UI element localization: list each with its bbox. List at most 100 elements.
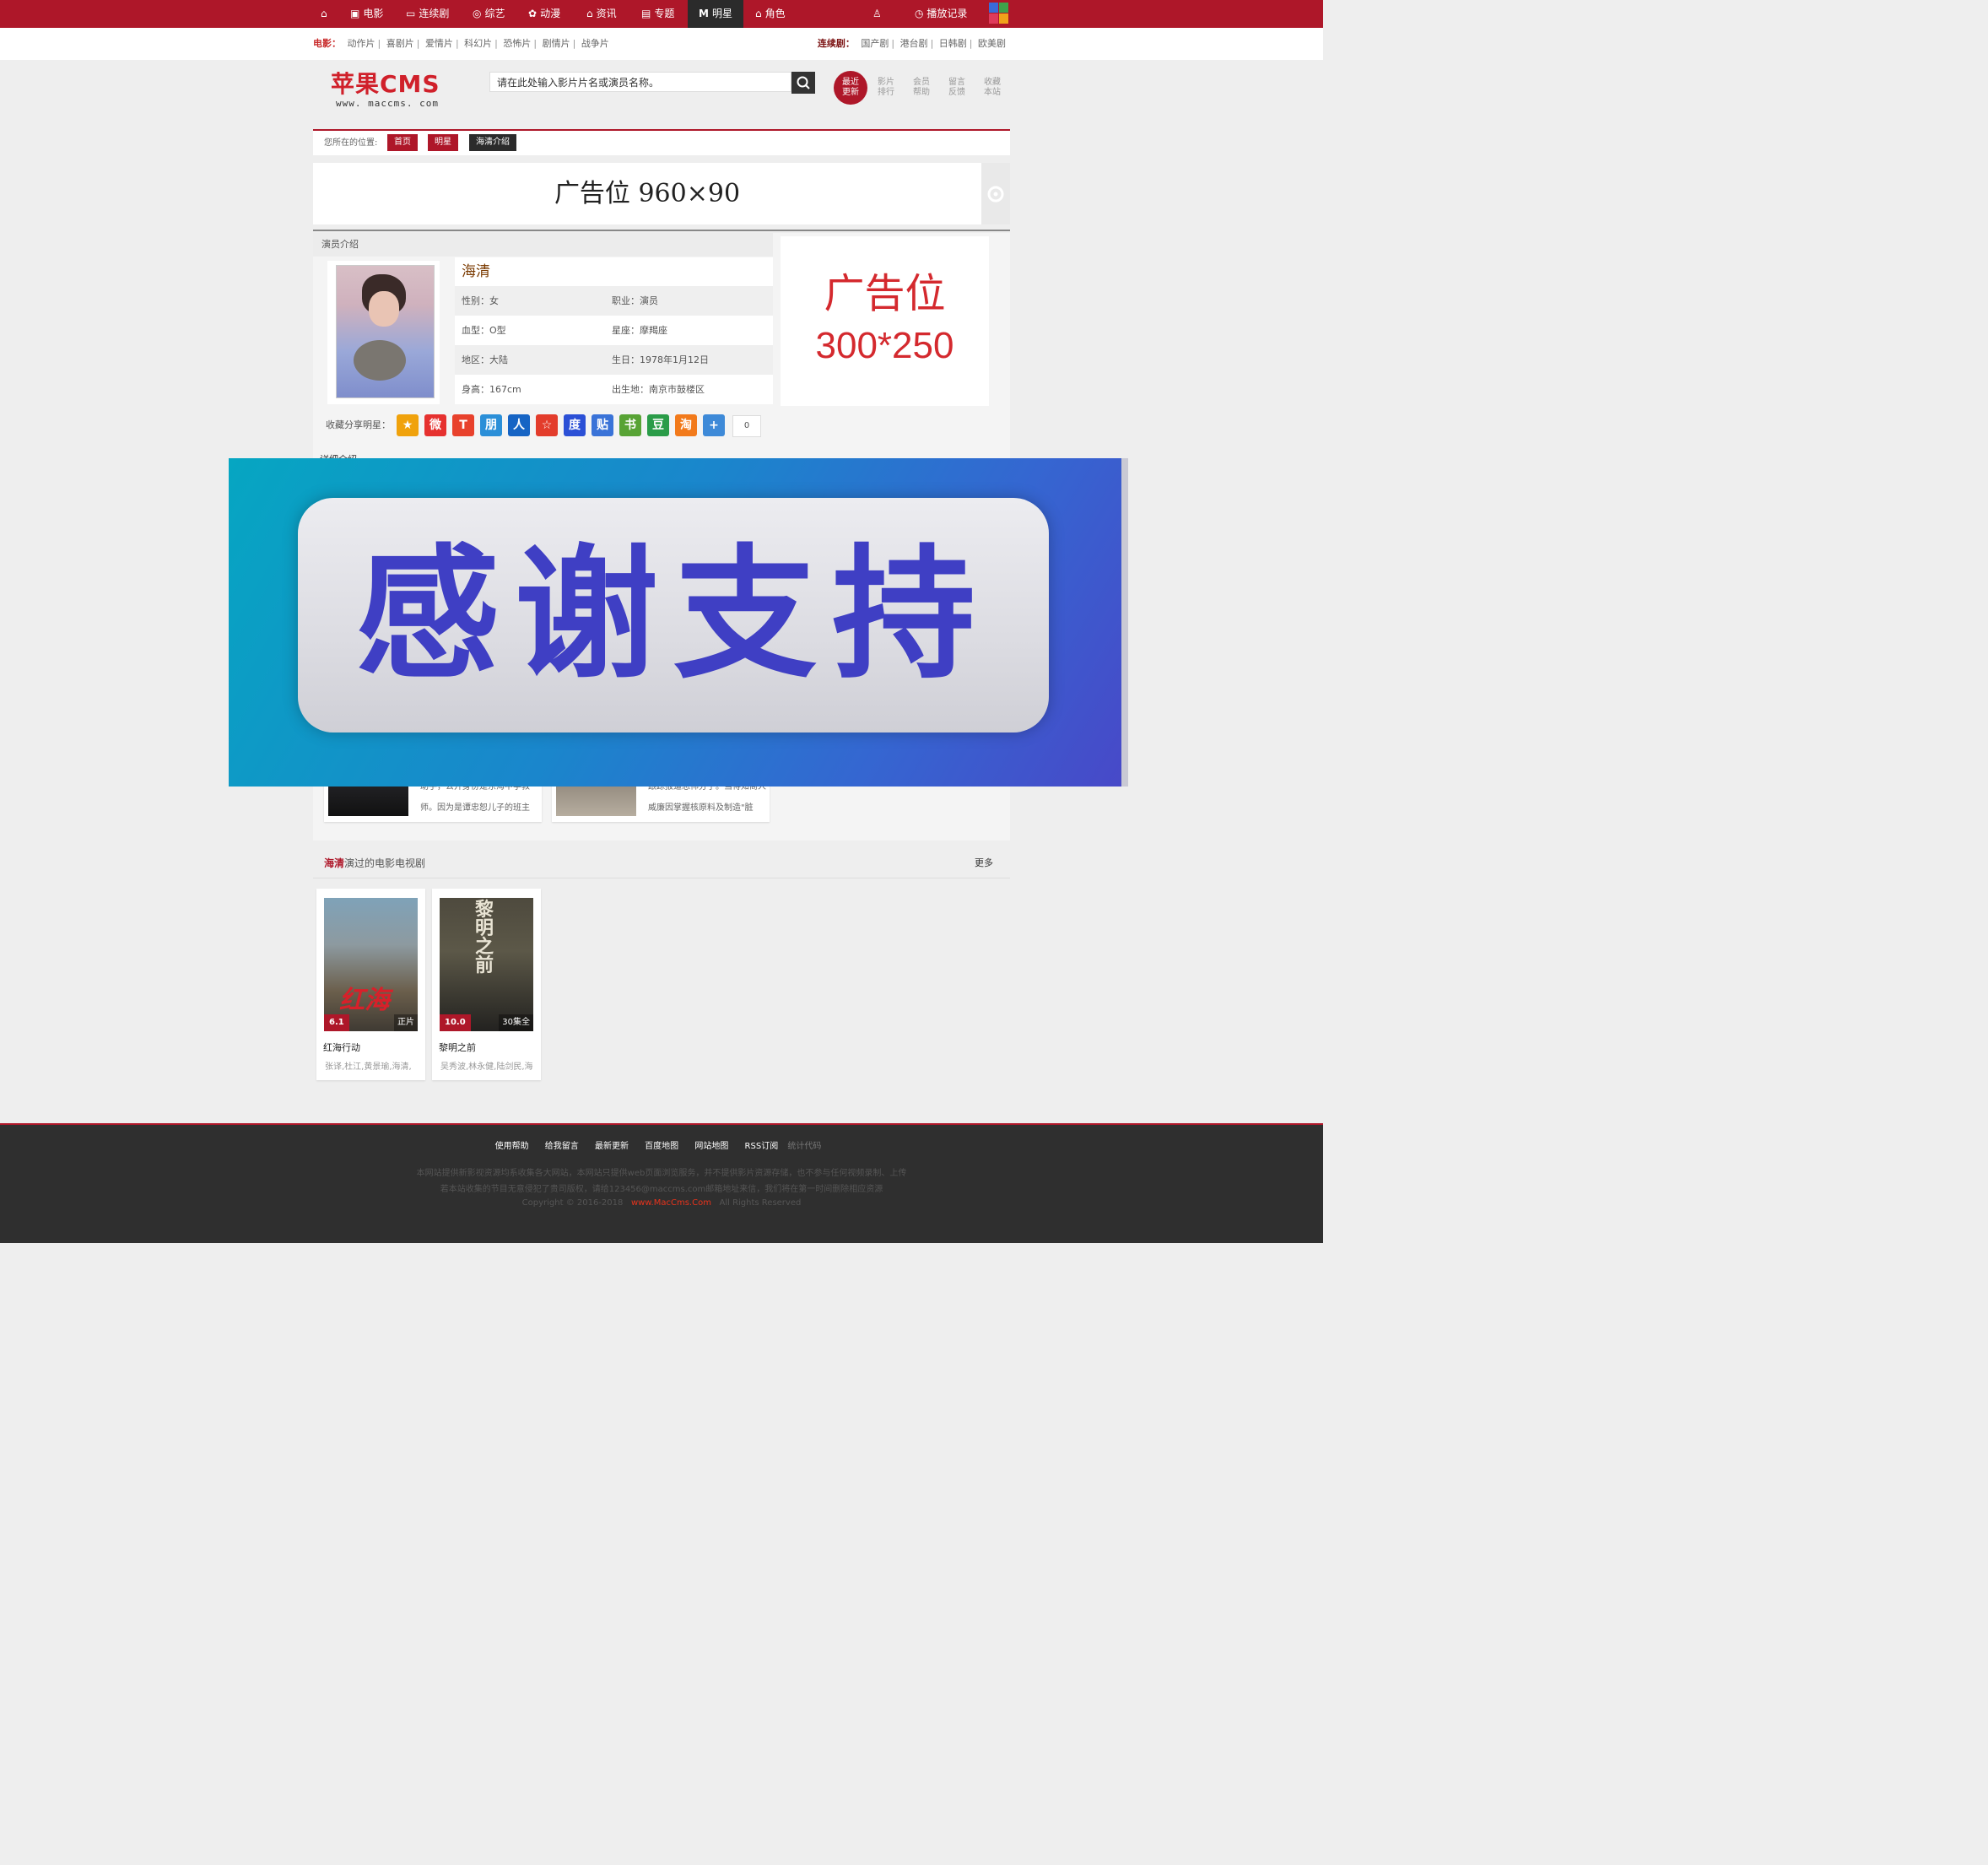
logo-url: www. maccms. com [336, 98, 439, 109]
film-card[interactable]: 红海 6.1 正片 红海行动 张译,杜江,黄景瑜,海清, [316, 889, 425, 1080]
home-button[interactable]: ⌂ [321, 0, 331, 28]
category-link[interactable]: 动作片 [348, 38, 375, 49]
footer-link-help[interactable]: 使用帮助 [495, 1142, 529, 1151]
ranking-button[interactable]: 影片 排行 [869, 71, 903, 105]
overlay-edge [1121, 458, 1128, 787]
logo-title: 苹果CMS [331, 70, 440, 98]
category-link[interactable]: 喜剧片 [386, 38, 414, 49]
nav-item-topic[interactable]: ▤ 专题 [641, 0, 674, 28]
renren-icon[interactable]: 人 [508, 414, 530, 436]
douban-icon[interactable]: 豆 [647, 414, 669, 436]
ad-side-strip [981, 163, 1010, 224]
category-link[interactable]: 国产剧 [861, 38, 889, 49]
site-corner-logo[interactable] [989, 3, 1009, 24]
taobao-icon[interactable]: 淘 [675, 414, 697, 436]
category-link[interactable]: 恐怖片 [503, 38, 531, 49]
nav-item-news[interactable]: ⌂ 资讯 [586, 0, 617, 28]
footer-link-guestbook[interactable]: 给我留言 [545, 1142, 579, 1151]
info-blood-type: 血型：O型 [462, 325, 506, 336]
film-title[interactable]: 红海行动 [323, 1041, 360, 1054]
corner-orange-tile [999, 14, 1008, 24]
nav-item-series[interactable]: ▭ 连续剧 [406, 0, 449, 28]
films-heading: 海清演过的电影电视剧 [324, 857, 426, 869]
film-score: 10.0 [440, 1014, 471, 1031]
nav-item-variety[interactable]: ◎ 综艺 [473, 0, 505, 28]
nav-item-star[interactable]: M 明星 [688, 0, 743, 28]
member-help-button[interactable]: 会员 帮助 [905, 71, 938, 105]
breadcrumb-prefix: 您所在的位置: [324, 138, 378, 148]
section-divider [313, 230, 1010, 231]
tieba-icon[interactable]: 贴 [592, 414, 613, 436]
category-link[interactable]: 科幻片 [464, 38, 492, 49]
weibo-icon[interactable]: 微 [424, 414, 446, 436]
film-score: 6.1 [324, 1014, 349, 1031]
breadcrumb-star[interactable]: 明星 [428, 134, 458, 151]
search-input[interactable]: 请在此处输入影片片名或演员名称。 [489, 72, 791, 92]
category-link[interactable]: 战争片 [581, 38, 609, 49]
actor-section-title: 演员介绍 [313, 233, 773, 257]
film-poster[interactable]: 红海 6.1 正片 [324, 898, 418, 1031]
nav-item-movie[interactable]: ▣ 电影 [350, 0, 383, 28]
info-birthday: 生日：1978年1月12日 [612, 354, 709, 365]
movie-categories: 电影： 动作片 | 喜剧片 | 爱情片 | 科幻片 | 恐怖片 | 剧情片 | 战争片 [313, 38, 609, 49]
home-icon: ⌂ [321, 8, 327, 19]
share-label: 收藏分享明星： [326, 419, 391, 430]
ad-refresh-icon [987, 186, 1004, 203]
role-icon: ⌂ [755, 8, 762, 19]
search-bar: 请在此处输入影片片名或演员名称。 [489, 72, 815, 94]
site-logo[interactable]: 苹果CMS www. maccms. com [331, 70, 440, 110]
ad-banner-960[interactable]: 广告位 960×90 [313, 163, 981, 224]
kaixin-icon[interactable]: ☆ [536, 414, 558, 436]
breadcrumb-current[interactable]: 海清介绍 [469, 134, 516, 151]
thanks-overlay-banner[interactable]: 感谢支持 [229, 458, 1128, 787]
poster-title-art: 黎明之前 [475, 900, 494, 976]
category-link[interactable]: 日韩剧 [939, 38, 967, 49]
nav-item-role[interactable]: ⌂ 角色 [755, 0, 786, 28]
footer-link-baidu-map[interactable]: 百度地图 [645, 1142, 678, 1151]
category-link[interactable]: 爱情片 [425, 38, 453, 49]
search-icon [797, 76, 810, 89]
ad-box-300x250[interactable]: 广告位 300*250 [781, 236, 989, 406]
category-link[interactable]: 欧美剧 [978, 38, 1006, 49]
feedback-button[interactable]: 留言 反馈 [940, 71, 974, 105]
corner-red-tile [989, 14, 998, 24]
film-title[interactable]: 黎明之前 [439, 1041, 476, 1054]
more-share-icon[interactable]: + [703, 414, 725, 436]
tencent-weibo-icon[interactable]: T [452, 414, 474, 436]
baidu-icon[interactable]: 度 [564, 414, 586, 436]
top-navbar: ⌂ ▣ 电影 ▭ 连续剧 ◎ 综艺 ✿ 动漫 ⌂ 资讯 ▤ 专题 M 明星 ⌂ 角色 ♙ ◷ [0, 0, 1323, 28]
corner-green-tile [999, 3, 1008, 13]
film-cast: 吴秀波,林永健,陆剑民,海 [440, 1062, 533, 1072]
film-poster[interactable]: 黎明之前 10.0 30集全 [440, 898, 533, 1031]
footer-brand-link[interactable]: www.MacCms.Com [631, 1198, 711, 1208]
category-link[interactable]: 港台剧 [900, 38, 928, 49]
actor-photo-card [327, 261, 440, 404]
info-occupation: 职业：演员 [612, 295, 658, 306]
films-section-header: 海清演过的电影电视剧 更多 [313, 849, 1010, 878]
poster-title-art: 红海 [339, 986, 390, 1015]
qzone-star-icon[interactable]: ★ [397, 414, 419, 436]
qq-bookmark-icon[interactable]: 书 [619, 414, 641, 436]
category-subnav: 电影： 动作片 | 喜剧片 | 爱情片 | 科幻片 | 恐怖片 | 剧情片 | 战争片 连续… [0, 28, 1323, 60]
latest-update-button[interactable]: 最近 更新 [834, 71, 867, 105]
info-row: 性别：女 职业：演员 [455, 286, 773, 316]
search-button[interactable] [791, 72, 815, 94]
pengyou-icon[interactable]: 朋 [480, 414, 502, 436]
bookmark-site-button[interactable]: 收藏 本站 [975, 71, 1009, 105]
actor-photo[interactable] [336, 265, 435, 398]
nav-item-anime[interactable]: ✿ 动漫 [528, 0, 560, 28]
more-films-link[interactable]: 更多 [975, 849, 993, 878]
info-birthplace: 出生地：南京市鼓楼区 [612, 384, 705, 395]
user-button[interactable]: ♙ [872, 0, 882, 28]
film-card[interactable]: 黎明之前 10.0 30集全 黎明之前 吴秀波,林永健,陆剑民,海 [432, 889, 541, 1080]
footer-links: 使用帮助 给我留言 最新更新 百度地图 网站地图 RSS订阅 统计代码 [0, 1138, 1323, 1151]
category-link[interactable]: 剧情片 [543, 38, 570, 49]
footer-link-sitemap[interactable]: 网站地图 [694, 1142, 728, 1151]
footer-link-latest[interactable]: 最新更新 [595, 1142, 629, 1151]
breadcrumb-home[interactable]: 首页 [387, 134, 418, 151]
info-gender: 性别：女 [462, 295, 499, 306]
footer-link-rss[interactable]: RSS订阅 [745, 1142, 779, 1151]
footer-disclaimer-2: 若本站收集的节目无意侵犯了贵司版权，请给123456@maccms.com邮箱地… [440, 1185, 883, 1194]
info-row: 血型：O型 星座：摩羯座 [455, 316, 773, 345]
play-history-button[interactable]: ◷ 播放记录 [915, 0, 967, 28]
